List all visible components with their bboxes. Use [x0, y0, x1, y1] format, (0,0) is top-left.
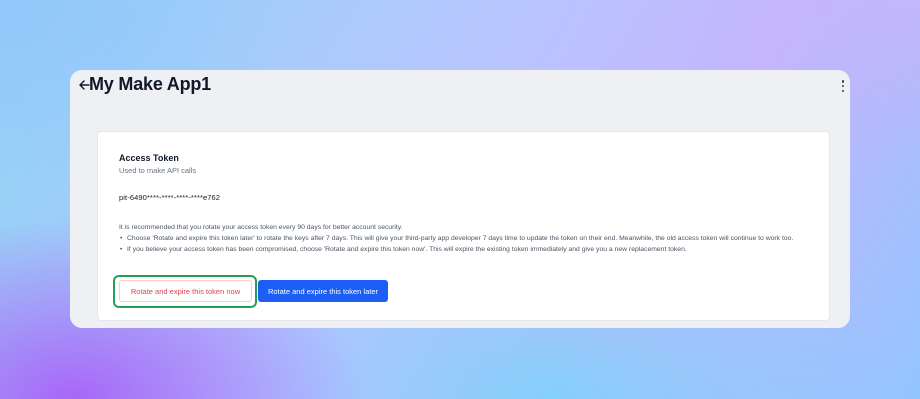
rotation-info: It is recommended that you rotate your a… — [119, 222, 819, 255]
access-token-title: Access Token — [119, 153, 179, 163]
recommendation-text: It is recommended that you rotate your a… — [119, 224, 403, 231]
list-item: If you believe your access token has bee… — [119, 244, 819, 255]
more-vertical-icon[interactable] — [841, 80, 845, 92]
access-token-subtitle: Used to make API calls — [119, 166, 197, 175]
rotation-options-list: Choose 'Rotate and expire this token lat… — [119, 233, 819, 255]
app-window: My Make App1 Access Token Used to make A… — [70, 70, 850, 328]
page-title: My Make App1 — [89, 74, 211, 94]
rotate-now-button[interactable]: Rotate and expire this token now — [119, 280, 252, 302]
list-item: Choose 'Rotate and expire this token lat… — [119, 233, 819, 244]
rotate-later-button[interactable]: Rotate and expire this token later — [258, 280, 388, 302]
access-token-value: pit-6490****-****-****-****e762 — [119, 193, 221, 202]
